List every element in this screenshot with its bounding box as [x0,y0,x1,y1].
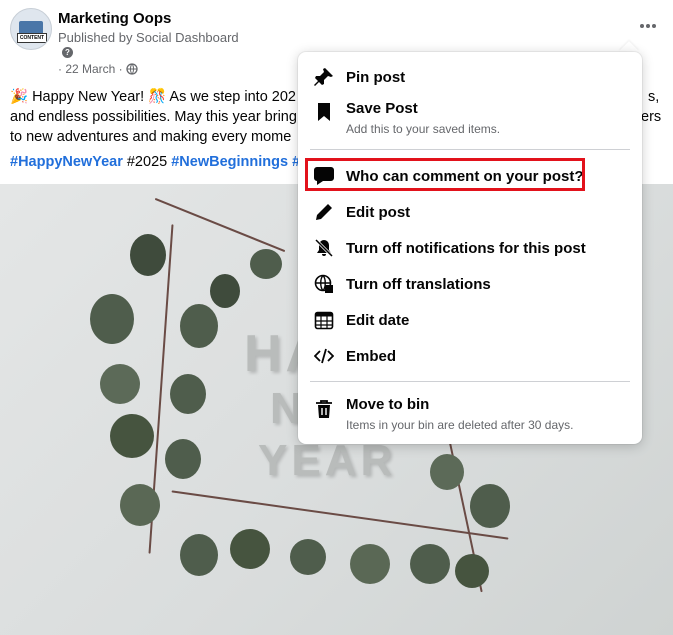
menu-divider [310,381,630,382]
avatar-label: CONTENT [17,33,47,43]
post-meta: · 22 March · [58,62,138,76]
menu-item-label: Move to bin [346,396,430,413]
leaf [210,274,240,308]
page-name[interactable]: Marketing Oops [58,10,171,27]
menu-item-label: Turn off notifications for this post [346,240,586,257]
published-by[interactable]: Published by Social Dashboard [58,30,239,45]
globe-translate-icon [313,273,335,295]
menu-item-label: Edit date [346,312,410,329]
leaf [100,364,140,404]
menu-item-label: Embed [346,348,397,365]
bookmark-icon [313,101,335,123]
leaf [230,529,270,569]
menu-item-description: Items in your bin are deleted after 30 d… [346,418,574,432]
globe-icon [126,63,138,75]
leaf [120,484,160,526]
help-icon[interactable]: ? [62,47,73,58]
calendar-icon [313,309,335,331]
menu-item-label: Turn off translations [346,276,491,293]
leaf [430,454,464,490]
post-text-fragment: ers [641,109,662,125]
hashtag-link[interactable]: #NewBeginnings [171,154,288,170]
menu-item-label: Save Post [346,100,418,117]
leaf [170,374,206,414]
highlight-box [305,158,585,191]
hashtag-text: #2025 [122,154,172,170]
leaf [130,234,166,276]
hashtags: #HappyNewYear #2025 #NewBeginnings # [10,154,300,170]
menu-item-turn-off-notifications[interactable]: Turn off notifications for this post [298,234,642,264]
pencil-icon [313,201,335,223]
dot-icon [652,24,656,28]
leaf [180,534,218,576]
menu-item-label: Edit post [346,204,411,221]
trash-icon [313,398,335,420]
menu-item-pin-post[interactable]: Pin post [298,64,642,92]
dot-icon [640,24,644,28]
page-avatar[interactable]: CONTENT [10,8,52,50]
leaf [455,554,489,588]
hashtag-link[interactable]: #HappyNewYear [10,154,123,170]
leaf [250,249,282,279]
leaf [470,484,510,528]
menu-item-label: Pin post [346,69,406,86]
leaf [350,544,390,584]
leaf [290,539,326,575]
post-text-fragment: s, [648,89,660,105]
menu-item-edit-date[interactable]: Edit date [298,306,642,336]
menu-item-embed[interactable]: Embed [298,342,642,372]
code-icon [313,345,335,367]
leaf [165,439,201,479]
leaf [180,304,218,348]
bell-off-icon [313,237,335,259]
menu-divider [310,149,630,150]
pin-icon [313,66,335,88]
leaf [110,414,154,458]
menu-item-move-to-bin[interactable]: Move to bin Items in your bin are delete… [298,392,642,436]
post-date[interactable]: · 22 March · [58,62,123,76]
dot-icon [646,24,650,28]
post-options-menu: Pin post Save Post Add this to your save… [298,52,642,444]
menu-item-edit-post[interactable]: Edit post [298,198,642,228]
stem [171,490,509,540]
menu-item-turn-off-translations[interactable]: Turn off translations [298,270,642,300]
leaf [410,544,450,584]
menu-item-save-post[interactable]: Save Post Add this to your saved items. [298,96,642,140]
menu-item-description: Add this to your saved items. [346,122,501,136]
more-options-button[interactable] [636,16,660,36]
leaf [90,294,134,344]
stem [154,197,286,253]
